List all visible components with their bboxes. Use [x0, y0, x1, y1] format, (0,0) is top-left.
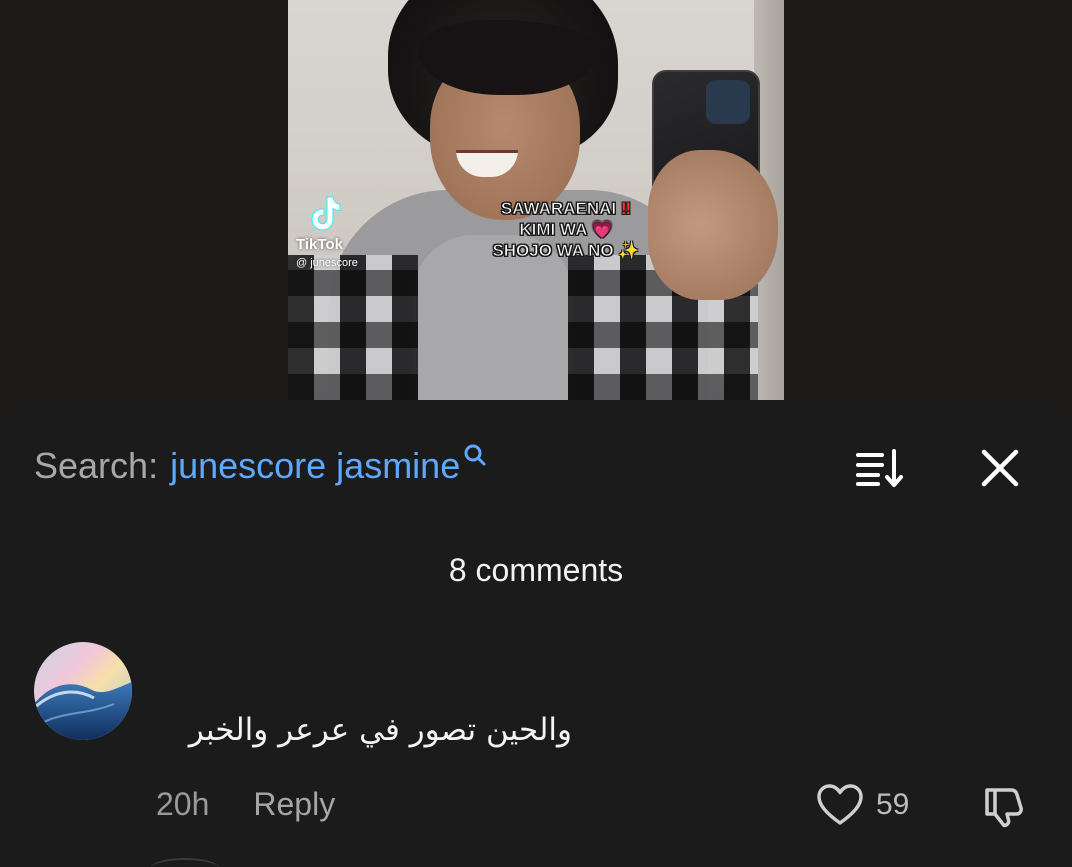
comments-count: 8 comments: [448, 552, 624, 588]
search-suggestion[interactable]: Search: junescore jasmine: [34, 444, 488, 488]
camera-module: [706, 80, 750, 124]
tiktok-watermark-user: @ junescore: [296, 257, 358, 269]
sort-icon: [856, 449, 903, 487]
comments-sheet: Search: junescore jasmine 8 comments وال…: [0, 400, 1072, 867]
close-button[interactable]: [974, 442, 1026, 494]
avatar[interactable]: [34, 642, 132, 740]
like-count: 59: [876, 788, 910, 821]
search-icon[interactable]: [462, 442, 488, 468]
heart-icon: [817, 784, 863, 825]
reply-button[interactable]: Reply: [253, 786, 335, 823]
video-caption: SAWARAENAI ‼ KIMI WA 💗 SHOJO WA NO ✨: [492, 199, 640, 261]
search-label: Search:: [34, 445, 159, 486]
comment-item: والحين تصور في عرعر والخبر 20h Reply 59: [0, 640, 1072, 840]
next-comment-avatar-edge: [150, 858, 220, 867]
thumbs-down-icon: [985, 788, 1023, 828]
hand-shape: [648, 150, 778, 300]
tiktok-logo-icon: [311, 196, 341, 231]
close-icon: [981, 449, 1019, 487]
pink-heart-emoji: 💗: [591, 220, 613, 239]
flannel-left: [288, 255, 418, 400]
tiktok-watermark-name: TikTok: [296, 236, 343, 253]
sort-button[interactable]: [852, 444, 908, 492]
tiktok-comments-screen: TikTok @ junescore SAWARAENAI ‼ KIMI WA …: [0, 0, 1072, 867]
comment-timestamp: 20h: [156, 786, 210, 822]
comment-text: والحين تصور في عرعر والخبر: [188, 712, 572, 748]
comment-meta: 20h Reply: [156, 786, 335, 823]
sparkles-emoji: ✨: [618, 241, 640, 260]
video-preview[interactable]: TikTok @ junescore SAWARAENAI ‼ KIMI WA …: [288, 0, 784, 400]
like-button[interactable]: 59: [816, 780, 909, 830]
ocean-wave-avatar-icon: [34, 642, 132, 740]
double-exclamation-emoji: ‼: [620, 199, 632, 218]
search-term-link[interactable]: junescore jasmine: [170, 445, 460, 487]
dislike-button[interactable]: [978, 782, 1030, 830]
